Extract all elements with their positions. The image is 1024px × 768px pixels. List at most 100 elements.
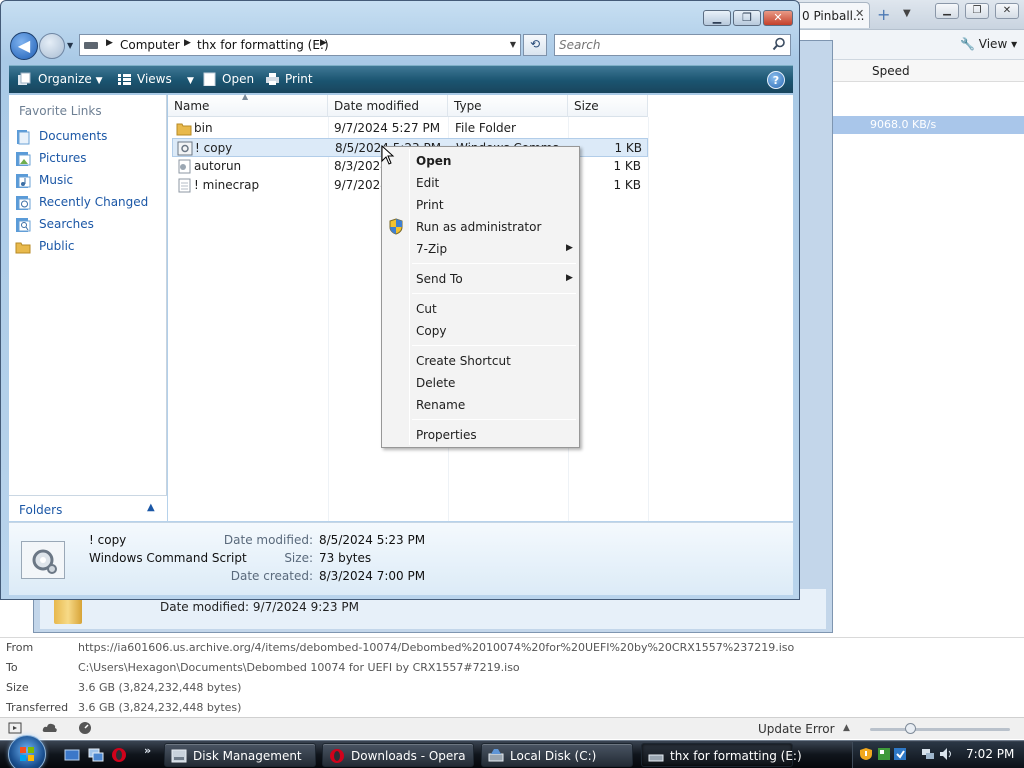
cloud-icon[interactable]	[42, 722, 58, 734]
view-menu-button[interactable]: 🔧 View ▾	[960, 37, 1017, 51]
menu-item-delete[interactable]: Delete	[384, 372, 577, 394]
taskbar-button-thx-for-formatting[interactable]: thx for formatting (E:)	[641, 743, 802, 767]
print-button[interactable]: Print	[285, 72, 313, 86]
views-label: Views	[137, 72, 172, 86]
favorite-searches[interactable]: Searches	[15, 215, 163, 235]
menu-label: Open	[416, 154, 452, 168]
show-desktop-icon[interactable]	[64, 747, 80, 763]
search-icon[interactable]	[772, 37, 786, 51]
menu-item-create-shortcut[interactable]: Create Shortcut	[384, 350, 577, 372]
close-button[interactable]: ✕	[763, 10, 793, 26]
forward-button[interactable]	[39, 33, 65, 59]
chevron-down-icon[interactable]: ▼	[903, 8, 911, 19]
start-button[interactable]	[8, 735, 46, 768]
chevron-right-icon[interactable]: »	[144, 744, 151, 757]
column-header-size[interactable]: Size	[568, 95, 648, 117]
favorite-recently-changed[interactable]: Recently Changed	[15, 193, 163, 213]
organize-button[interactable]: Organize ▼	[38, 72, 103, 86]
chevron-down-icon: ▼	[95, 76, 103, 86]
menu-separator	[412, 263, 576, 264]
views-button[interactable]: Views ▼	[137, 72, 194, 86]
command-bar: Organize ▼ Views ▼ Open Print ?	[9, 65, 793, 93]
text-file-icon	[178, 178, 191, 193]
menu-item-send-to[interactable]: Send To ▶	[384, 268, 577, 290]
favorite-public[interactable]: Public	[15, 237, 163, 257]
menu-label: Run as administrator	[416, 220, 542, 234]
maximize-button[interactable]: ❐	[965, 3, 989, 19]
panel-toggle-icon[interactable]	[8, 722, 22, 734]
search-input[interactable]	[559, 38, 759, 52]
column-header-type[interactable]: Type	[448, 95, 568, 117]
breadcrumb-arrow-icon[interactable]: ▶	[320, 38, 327, 48]
breadcrumb-arrow-icon[interactable]: ▶	[106, 38, 113, 48]
favorite-music[interactable]: Music	[15, 171, 163, 191]
menu-item-run-as-administrator[interactable]: Run as administrator	[384, 216, 577, 238]
size-label: Size	[6, 681, 29, 694]
download-details: From https://ia601606.us.archive.org/4/i…	[0, 637, 1024, 717]
network-icon[interactable]	[921, 747, 935, 761]
pictures-icon	[16, 152, 31, 166]
taskbar-button-local-disk[interactable]: Local Disk (C:)	[481, 743, 633, 767]
search-box[interactable]	[554, 34, 791, 56]
favorite-documents[interactable]: Documents	[15, 127, 163, 147]
security-shield-icon[interactable]	[859, 747, 873, 761]
maximize-button[interactable]: ❐	[733, 10, 761, 26]
minimize-button[interactable]: ▁	[703, 10, 731, 26]
taskbar-label: Local Disk (C:)	[510, 749, 597, 763]
breadcrumb-arrow-icon[interactable]: ▶	[184, 38, 191, 48]
favorite-label: Music	[39, 173, 74, 187]
help-button[interactable]: ?	[767, 71, 785, 89]
column-divider	[648, 117, 649, 521]
zoom-slider[interactable]	[870, 723, 1010, 734]
menu-item-properties[interactable]: Properties	[384, 424, 577, 446]
volume-icon[interactable]	[939, 747, 953, 761]
recent-pages-icon[interactable]: ▼	[67, 41, 73, 50]
speed-column-header[interactable]: Speed	[872, 64, 910, 78]
submenu-arrow-icon: ▶	[566, 273, 573, 283]
open-icon	[203, 72, 216, 86]
taskbar-button-opera-downloads[interactable]: Downloads - Opera	[322, 743, 474, 767]
column-header-date-modified[interactable]: Date modified	[328, 95, 448, 117]
update-error-status[interactable]: Update Error	[758, 722, 835, 736]
menu-item-edit[interactable]: Edit	[384, 172, 577, 194]
file-name: autorun	[194, 159, 242, 173]
favorite-pictures[interactable]: Pictures	[15, 149, 163, 169]
close-tab-icon[interactable]: ✕	[855, 7, 864, 20]
chevron-up-icon[interactable]: ▲	[843, 723, 850, 733]
mouse-cursor-icon	[381, 145, 395, 165]
menu-item-rename[interactable]: Rename	[384, 394, 577, 416]
opera-icon[interactable]	[111, 747, 127, 763]
chevron-up-icon: ▲	[147, 502, 155, 513]
breadcrumb-computer[interactable]: Computer	[120, 38, 180, 52]
file-row-bin[interactable]: bin 9/7/2024 5:27 PM File Folder	[172, 119, 648, 138]
taskbar-button-disk-management[interactable]: Disk Management	[164, 743, 316, 767]
open-button[interactable]: Open	[222, 72, 254, 86]
menu-item-open[interactable]: Open	[384, 150, 577, 172]
speed-dial-icon[interactable]	[78, 721, 92, 735]
public-folder-icon	[15, 242, 31, 254]
minimize-button[interactable]: ▁	[935, 3, 959, 19]
close-button[interactable]: ✕	[995, 3, 1019, 19]
folders-toggle[interactable]: Folders ▲	[9, 495, 167, 521]
zoom-slider-handle[interactable]	[905, 723, 916, 734]
breadcrumb-drive[interactable]: thx for formatting (E:)	[197, 38, 329, 52]
menu-item-copy[interactable]: Copy	[384, 320, 577, 342]
clock[interactable]: 7:02 PM	[966, 747, 1014, 761]
opera-icon	[330, 749, 344, 763]
menu-item-cut[interactable]: Cut	[384, 298, 577, 320]
back-arrow-icon: ◀	[17, 36, 31, 55]
switch-windows-icon[interactable]	[88, 747, 104, 763]
menu-separator	[412, 345, 576, 346]
back-button[interactable]: ◀	[10, 32, 38, 60]
address-dropdown-icon[interactable]: ▼	[510, 40, 516, 49]
windows-update-icon[interactable]	[893, 747, 907, 761]
address-bar[interactable]: ▶ Computer ▶ thx for formatting (E:) ▶ ▼	[79, 34, 521, 56]
new-tab-icon[interactable]: +	[877, 5, 890, 24]
menu-item-7zip[interactable]: 7-Zip ▶	[384, 238, 577, 260]
file-name: ! minecrap	[194, 178, 260, 192]
download-row[interactable]: 9068.0 KB/s	[830, 116, 1024, 134]
menu-item-print[interactable]: Print	[384, 194, 577, 216]
action-center-icon[interactable]	[877, 747, 891, 761]
column-header-name[interactable]: Name ▲	[168, 92, 328, 117]
refresh-button[interactable]: ⟲	[523, 34, 547, 56]
